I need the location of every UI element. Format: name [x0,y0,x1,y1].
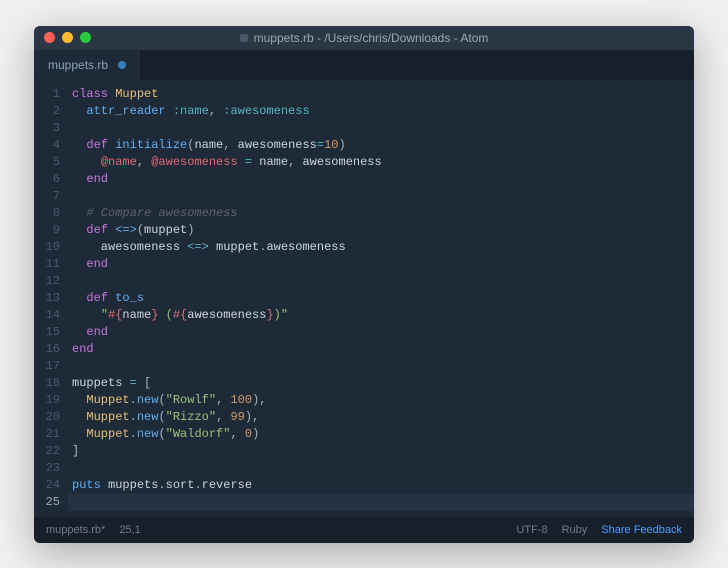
code-line[interactable]: Muppet.new("Rowlf", 100), [68,392,694,409]
code-line[interactable] [68,494,694,511]
share-feedback-link[interactable]: Share Feedback [601,524,682,536]
code-line[interactable]: end [68,171,694,188]
tab-muppets[interactable]: muppets.rb [34,50,141,80]
line-number[interactable]: 4 [34,137,60,154]
line-number[interactable]: 9 [34,222,60,239]
line-number[interactable]: 22 [34,443,60,460]
titlebar[interactable]: muppets.rb - /Users/chris/Downloads - At… [34,26,694,50]
code-line[interactable]: def <=>(muppet) [68,222,694,239]
line-number[interactable]: 10 [34,239,60,256]
editor-area[interactable]: 1234567891011121314151617181920212223242… [34,80,694,517]
line-number[interactable]: 15 [34,324,60,341]
line-number[interactable]: 19 [34,392,60,409]
code-line[interactable]: @name, @awesomeness = name, awesomeness [68,154,694,171]
line-number[interactable]: 24 [34,477,60,494]
code-content[interactable]: class Muppet attr_reader :name, :awesome… [68,80,694,517]
status-cursor-position[interactable]: 25,1 [119,524,140,536]
code-line[interactable]: def to_s [68,290,694,307]
line-number[interactable]: 2 [34,103,60,120]
line-number[interactable]: 8 [34,205,60,222]
traffic-lights [44,32,91,43]
line-number[interactable]: 11 [34,256,60,273]
code-line[interactable] [68,358,694,375]
code-line[interactable]: attr_reader :name, :awesomeness [68,103,694,120]
line-number-gutter[interactable]: 1234567891011121314151617181920212223242… [34,80,68,517]
file-icon [240,34,248,42]
code-line[interactable]: # Compare awesomeness [68,205,694,222]
code-line[interactable]: def initialize(name, awesomeness=10) [68,137,694,154]
minimize-icon[interactable] [62,32,73,43]
line-number[interactable]: 3 [34,120,60,137]
modified-indicator-icon [118,61,126,69]
close-icon[interactable] [44,32,55,43]
window-title: muppets.rb - /Users/chris/Downloads - At… [44,31,684,45]
line-number[interactable]: 18 [34,375,60,392]
code-line[interactable] [68,460,694,477]
line-number[interactable]: 23 [34,460,60,477]
line-number[interactable]: 5 [34,154,60,171]
status-bar: muppets.rb* 25,1 UTF-8 Ruby Share Feedba… [34,517,694,543]
line-number[interactable]: 6 [34,171,60,188]
line-number[interactable]: 20 [34,409,60,426]
code-line[interactable]: Muppet.new("Waldorf", 0) [68,426,694,443]
status-filename[interactable]: muppets.rb* [46,524,105,536]
line-number[interactable]: 25 [34,494,60,511]
window-title-text: muppets.rb - /Users/chris/Downloads - At… [254,31,489,45]
code-line[interactable]: Muppet.new("Rizzo", 99), [68,409,694,426]
line-number[interactable]: 12 [34,273,60,290]
code-line[interactable] [68,120,694,137]
status-language[interactable]: Ruby [562,524,588,536]
code-line[interactable]: end [68,341,694,358]
code-line[interactable]: end [68,256,694,273]
tab-label: muppets.rb [48,58,108,72]
code-line[interactable]: muppets = [ [68,375,694,392]
line-number[interactable]: 17 [34,358,60,375]
tab-bar[interactable]: muppets.rb [34,50,694,80]
code-line[interactable]: end [68,324,694,341]
code-line[interactable]: ] [68,443,694,460]
line-number[interactable]: 1 [34,86,60,103]
line-number[interactable]: 13 [34,290,60,307]
line-number[interactable]: 7 [34,188,60,205]
code-line[interactable] [68,188,694,205]
line-number[interactable]: 21 [34,426,60,443]
code-line[interactable]: "#{name} (#{awesomeness})" [68,307,694,324]
line-number[interactable]: 16 [34,341,60,358]
zoom-icon[interactable] [80,32,91,43]
status-encoding[interactable]: UTF-8 [516,524,547,536]
editor-window: muppets.rb - /Users/chris/Downloads - At… [34,26,694,543]
code-line[interactable]: awesomeness <=> muppet.awesomeness [68,239,694,256]
line-number[interactable]: 14 [34,307,60,324]
code-line[interactable]: class Muppet [68,86,694,103]
code-line[interactable]: puts muppets.sort.reverse [68,477,694,494]
code-line[interactable] [68,273,694,290]
